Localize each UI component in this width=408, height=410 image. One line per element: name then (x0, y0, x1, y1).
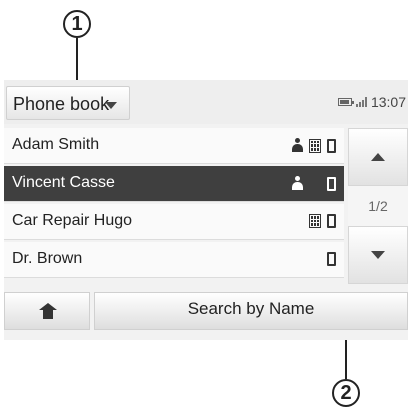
contact-row-adam-smith[interactable]: Adam Smith (4, 128, 344, 164)
keypad-icon (309, 214, 321, 228)
scroll-down-button[interactable] (348, 226, 408, 284)
contact-row-vincent-casse[interactable]: Vincent Casse (4, 166, 344, 202)
phonebook-screen: Phone book 13:07 Adam Smith Vincent Cass… (4, 80, 408, 340)
contact-name: Vincent Casse (12, 174, 115, 191)
person-icon (292, 176, 303, 191)
chevron-down-icon (105, 102, 117, 109)
bottom-bar: Search by Name (4, 292, 408, 330)
signal-icon (355, 97, 367, 107)
arrow-up-icon (371, 153, 385, 161)
mobile-icon (327, 138, 336, 153)
header-bar: Phone book 13:07 (4, 80, 408, 124)
callout-1: 1 (63, 10, 91, 38)
status-area: 13:07 (337, 92, 406, 112)
contact-row-dr-brown[interactable]: Dr. Brown (4, 242, 344, 278)
person-icon (292, 138, 303, 153)
scroll-panel: 1/2 (348, 128, 408, 284)
search-by-name-label: Search by Name (187, 299, 315, 318)
callout-2: 2 (332, 379, 360, 407)
contact-name: Adam Smith (12, 136, 100, 153)
mobile-icon (327, 176, 336, 191)
phonebook-dropdown[interactable]: Phone book (6, 86, 130, 120)
search-by-name-button[interactable]: Search by Name (94, 292, 408, 330)
mobile-icon (327, 214, 336, 228)
arrow-down-icon (371, 251, 385, 259)
mobile-icon (327, 252, 336, 266)
contact-list: Adam Smith Vincent Casse Car Repair Hugo (4, 128, 344, 288)
clock: 13:07 (370, 94, 406, 110)
scroll-up-button[interactable] (348, 128, 408, 186)
contact-row-car-repair-hugo[interactable]: Car Repair Hugo (4, 204, 344, 240)
page-indicator: 1/2 (368, 198, 388, 214)
phonebook-dropdown-label: Phone book (13, 94, 110, 114)
home-button[interactable] (4, 292, 90, 330)
battery-icon (337, 98, 354, 106)
contact-name: Car Repair Hugo (12, 212, 133, 229)
keypad-icon (309, 138, 321, 153)
contact-name: Dr. Brown (12, 250, 83, 267)
home-icon (39, 303, 57, 319)
